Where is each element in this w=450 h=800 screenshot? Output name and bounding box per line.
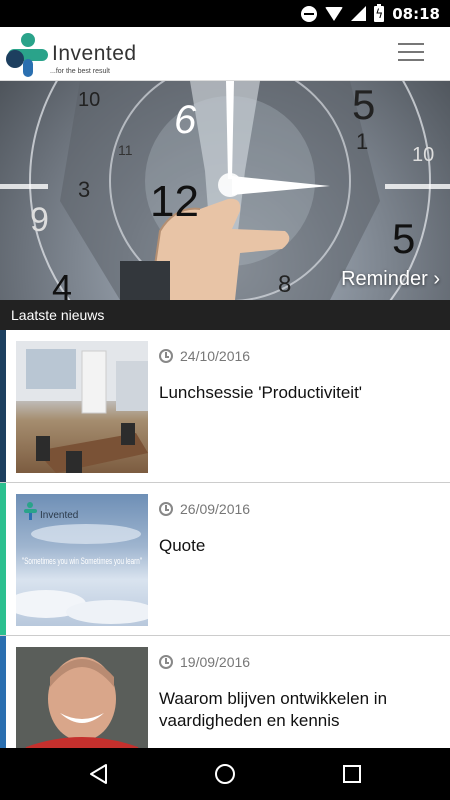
brand-tagline: ...for the best result [50, 68, 110, 75]
clock-number: 6 [174, 98, 197, 142]
svg-text:Invented: Invented [40, 510, 78, 521]
news-accent-bar [0, 483, 6, 635]
news-date-row: 26/09/2016 [159, 501, 250, 517]
news-date: 19/09/2016 [180, 654, 251, 670]
logo-mark-icon [6, 33, 48, 77]
hero-banner[interactable]: 12 6 5 3 10 8 5 4 11 1 9 10 Reminder › [0, 81, 450, 300]
clock-number: 9 [30, 201, 49, 239]
clock-number: 12 [150, 177, 199, 226]
clock-number: 11 [118, 142, 133, 158]
news-accent-bar [0, 636, 6, 748]
brand-name: Invented [52, 42, 137, 65]
clock-number: 4 [52, 267, 72, 300]
news-accent-bar [0, 330, 6, 482]
news-date: 24/10/2016 [180, 348, 251, 364]
svg-text:"Sometimes you win Sometimes y: "Sometimes you win Sometimes you learn" [22, 556, 142, 567]
news-item[interactable]: 24/10/2016 Lunchsessie 'Productiviteit' [0, 330, 450, 483]
section-header: Laatste nieuws [0, 300, 450, 330]
news-item[interactable]: 19/09/2016 Waarom blijven ontwikkelen in… [0, 636, 450, 748]
signal-icon [351, 6, 367, 21]
home-icon[interactable] [213, 762, 237, 786]
news-item[interactable]: Invented "Sometimes you win Sometimes yo… [0, 483, 450, 636]
news-thumbnail-quote: Invented "Sometimes you win Sometimes yo… [16, 494, 148, 626]
status-bar: 08:18 [0, 0, 450, 27]
news-title: Lunchsessie 'Productiviteit' [159, 383, 363, 402]
clock-number: 10 [78, 89, 100, 111]
section-title: Laatste nieuws [11, 307, 105, 323]
news-date-row: 24/10/2016 [159, 348, 250, 364]
reminder-link[interactable]: Reminder › [341, 268, 440, 291]
clock-number: 5 [392, 215, 415, 262]
news-date-row: 19/09/2016 [159, 654, 250, 670]
news-title: Waarom blijven ontwikkelen in vaardighed… [159, 689, 388, 730]
news-list[interactable]: 24/10/2016 Lunchsessie 'Productiviteit' … [0, 330, 450, 748]
clock-icon [159, 502, 173, 516]
clock-number: 1 [356, 129, 368, 154]
status-time: 08:18 [392, 4, 440, 23]
do-not-disturb-icon [301, 5, 318, 22]
news-title: Quote [159, 536, 206, 555]
app-header: Invented ...for the best result [0, 27, 450, 81]
battery-charging-icon [374, 3, 385, 22]
clock-number: 3 [78, 177, 90, 202]
clock-icon [159, 349, 173, 363]
clock-number: 8 [278, 271, 291, 298]
clock-icon [159, 655, 173, 669]
clock-number: 10 [412, 144, 434, 166]
news-thumbnail-meeting-room [16, 341, 148, 473]
wifi-icon [325, 6, 344, 21]
back-icon[interactable] [87, 762, 111, 786]
news-date: 26/09/2016 [180, 501, 251, 517]
news-thumbnail-portrait [16, 647, 148, 748]
system-nav-bar [0, 748, 450, 800]
hamburger-menu-icon[interactable] [398, 43, 424, 63]
brand-logo[interactable]: Invented ...for the best result [6, 32, 136, 78]
recents-icon[interactable] [340, 762, 364, 786]
clock-number: 5 [352, 81, 375, 128]
